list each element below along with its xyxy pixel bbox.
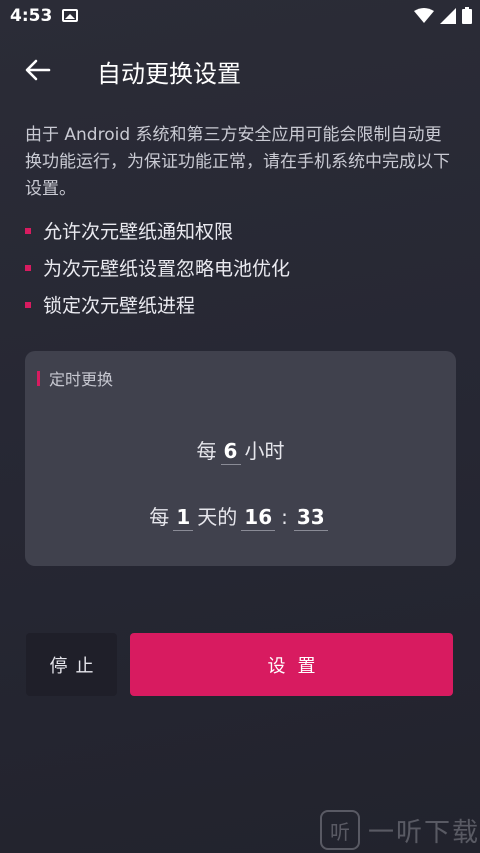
list-item-label: 锁定次元壁纸进程 [43, 295, 196, 317]
days-input[interactable]: 1 [173, 505, 194, 531]
status-icons [414, 7, 472, 24]
watermark-text: 一听下载 [368, 817, 480, 848]
status-bar: 4:53 [0, 0, 480, 34]
bullet-marker [25, 301, 31, 308]
days-unit-label: 天的 [197, 505, 238, 529]
watermark: 听 一听下载 [320, 808, 480, 852]
image-icon [62, 9, 78, 22]
wifi-icon [414, 7, 434, 23]
hours-unit-label: 小时 [244, 439, 285, 463]
watermark-logo-icon: 听 [320, 810, 360, 850]
list-item: 为次元壁纸设置忽略电池优化 [25, 249, 290, 286]
set-button[interactable]: 设置 [130, 633, 453, 696]
hour-input[interactable]: 16 [241, 505, 276, 531]
daily-time-row: 每 1 天的 16 : 33 [25, 501, 456, 531]
stop-button[interactable]: 停止 [26, 633, 117, 696]
list-item-label: 为次元壁纸设置忽略电池优化 [43, 258, 291, 280]
app-bar: 自动更换设置 [0, 34, 480, 106]
bullet-marker [25, 227, 31, 234]
accent-bar [37, 370, 40, 386]
card-label: 定时更换 [37, 366, 113, 390]
every-label: 每 [196, 439, 217, 463]
hours-input[interactable]: 6 [220, 439, 241, 465]
list-item: 锁定次元壁纸进程 [25, 286, 290, 323]
signal-icon [440, 7, 456, 24]
every-label: 每 [149, 505, 170, 529]
back-button[interactable] [18, 50, 58, 90]
intro-text: 由于 Android 系统和第三方安全应用可能会限制自动更换功能运行，为保证功能… [25, 125, 450, 199]
battery-icon [462, 7, 472, 24]
list-item: 允许次元壁纸通知权限 [25, 212, 290, 249]
bullet-marker [25, 264, 31, 271]
minute-input[interactable]: 33 [293, 505, 328, 531]
schedule-card: 定时更换 每 6 小时 每 1 天的 16 : 33 [25, 351, 456, 566]
settings-checklist: 允许次元壁纸通知权限 为次元壁纸设置忽略电池优化 锁定次元壁纸进程 [25, 212, 290, 323]
card-label-text: 定时更换 [49, 370, 114, 389]
page-title: 自动更换设置 [97, 60, 241, 88]
interval-hours-row: 每 6 小时 [25, 435, 456, 465]
status-time: 4:53 [10, 6, 53, 26]
arrow-left-icon [25, 59, 51, 81]
list-item-label: 允许次元壁纸通知权限 [43, 221, 234, 243]
time-separator: : [281, 505, 288, 529]
